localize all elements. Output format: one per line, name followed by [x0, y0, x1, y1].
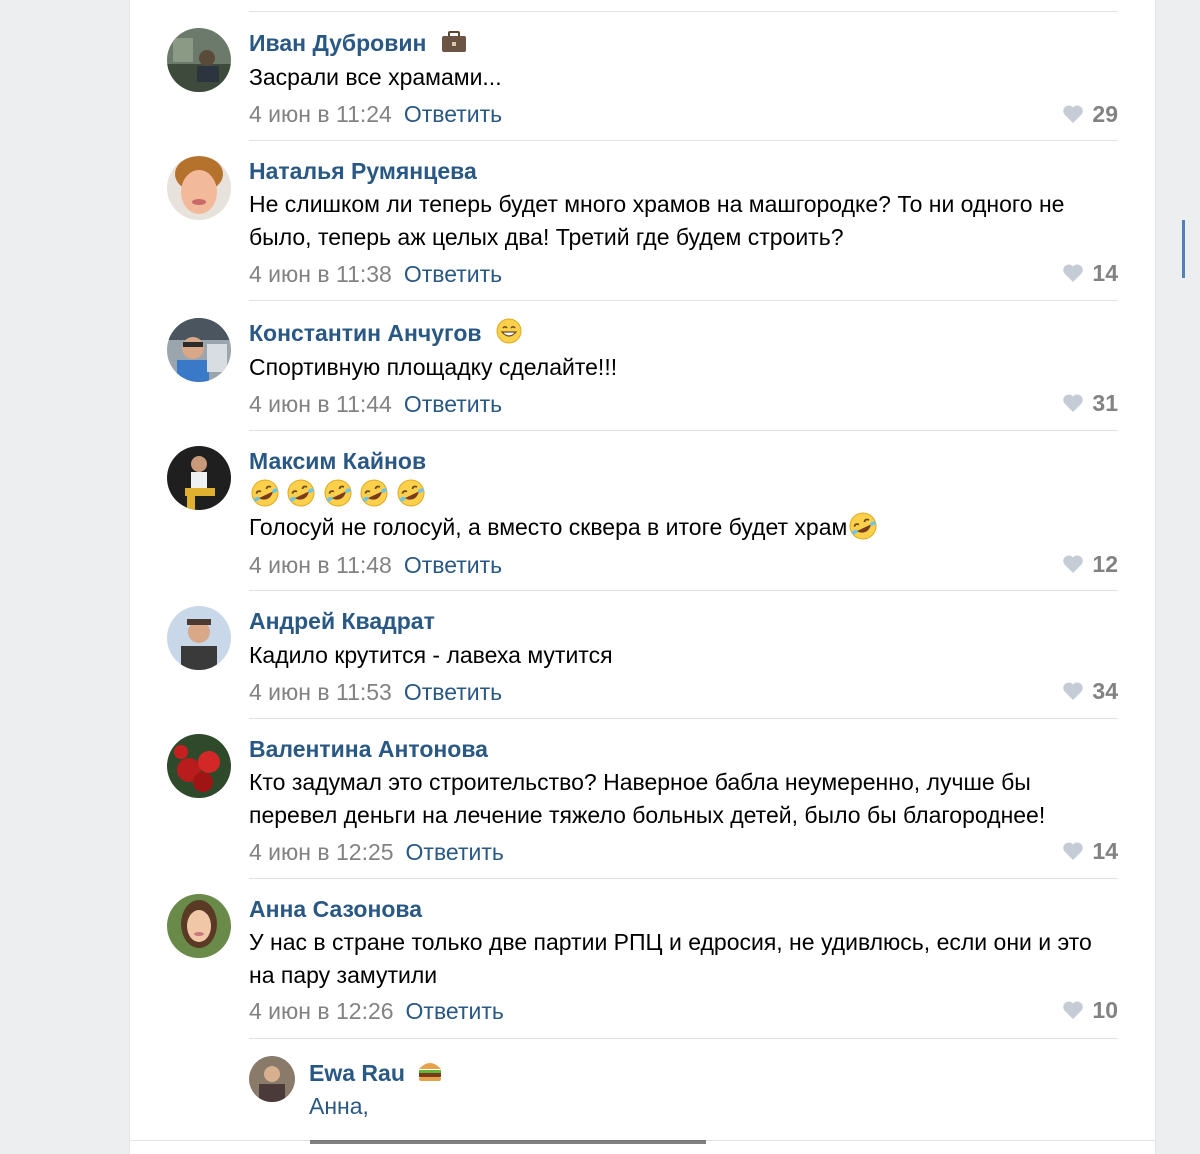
like-count: 31 [1092, 390, 1118, 416]
reply-author[interactable]: Ewa Rau [309, 1058, 443, 1090]
like-count: 14 [1092, 838, 1118, 864]
media-strip [310, 1140, 706, 1144]
heart-icon [1063, 394, 1084, 412]
comment-text: Спортивную площадку сделайте!!! [249, 354, 618, 380]
emoji-line [249, 478, 427, 508]
comment-author[interactable]: Андрей Квадрат [249, 606, 435, 636]
like-button[interactable]: 29 [1062, 99, 1118, 129]
comment-date[interactable]: 4 июн в 11:38 [249, 261, 392, 287]
avatar[interactable] [249, 1056, 295, 1102]
like-button[interactable]: 12 [1062, 549, 1118, 579]
rofl-emoji-icon [397, 479, 425, 507]
comment-date[interactable]: 4 июн в 11:44 [249, 391, 392, 417]
rofl-emoji-icon [849, 512, 877, 540]
comment-author[interactable]: Иван Дубровин [249, 28, 467, 60]
comment-date[interactable]: 4 июн в 11:53 [249, 679, 392, 705]
reply-button[interactable]: Ответить [404, 679, 502, 705]
scroll-indicator[interactable] [1182, 220, 1185, 278]
like-count: 12 [1092, 551, 1118, 577]
comment-text: Не слишком ли теперь будет много храмов … [249, 191, 1065, 250]
separator [249, 1038, 1118, 1039]
reply-button[interactable]: Ответить [404, 552, 502, 578]
comment-meta: 4 июн в 12:26 Ответить [249, 996, 504, 1026]
like-button[interactable]: 10 [1062, 995, 1118, 1025]
heart-icon [1063, 842, 1084, 860]
reply-button[interactable]: Ответить [406, 998, 504, 1024]
like-count: 10 [1092, 997, 1118, 1023]
comment-author[interactable]: Валентина Антонова [249, 734, 488, 764]
rofl-emoji-icon [360, 479, 388, 507]
avatar[interactable] [167, 734, 231, 798]
heart-icon [1063, 264, 1084, 282]
comment-text: Кто задумал это строительство? Наверное … [249, 769, 1046, 828]
like-button[interactable]: 31 [1062, 388, 1118, 418]
reply-button[interactable]: Ответить [406, 839, 504, 865]
comment-meta: 4 июн в 11:24 Ответить [249, 99, 502, 129]
avatar[interactable] [167, 446, 231, 510]
like-button[interactable]: 14 [1062, 836, 1118, 866]
reply-button[interactable]: Ответить [404, 101, 502, 127]
avatar[interactable] [167, 156, 231, 220]
rofl-emoji-icon [324, 479, 352, 507]
heart-icon [1063, 105, 1084, 123]
separator [249, 300, 1118, 301]
reply-button[interactable]: Ответить [404, 391, 502, 417]
comment-date[interactable]: 4 июн в 12:26 [249, 998, 394, 1024]
comment-meta: 4 июн в 11:53 Ответить [249, 677, 502, 707]
like-count: 29 [1092, 101, 1118, 127]
avatar[interactable] [167, 28, 231, 92]
heart-icon [1063, 1001, 1084, 1019]
comment-author[interactable]: Наталья Румянцева [249, 156, 477, 186]
heart-icon [1063, 682, 1084, 700]
heart-icon [1063, 555, 1084, 573]
comment-author[interactable]: Константин Анчугов [249, 318, 522, 351]
like-button[interactable]: 34 [1062, 676, 1118, 706]
comment-meta: 4 июн в 12:25 Ответить [249, 837, 504, 867]
grin-emoji-icon [496, 318, 522, 351]
comment-meta: 4 июн в 11:38 Ответить [249, 259, 502, 289]
like-count: 34 [1092, 678, 1118, 704]
reply-text: Анна, [309, 1093, 369, 1119]
separator [249, 11, 1118, 12]
avatar[interactable] [167, 606, 231, 670]
comments-card: Иван Дубровин Засрали все храмами... 4 и… [130, 0, 1155, 1154]
comment-text: У нас в стране только две партии РПЦ и е… [249, 929, 1092, 988]
comment-text: Засрали все храмами... [249, 64, 502, 90]
briefcase-icon [441, 30, 467, 60]
separator [249, 718, 1118, 719]
comment-text: Кадило крутится - лавеха мутится [249, 642, 613, 668]
burger-emoji-icon [417, 1059, 443, 1090]
like-button[interactable]: 14 [1062, 258, 1118, 288]
comment-meta: 4 июн в 11:44 Ответить [249, 389, 502, 419]
comment-text: Голосуй не голосуй, а вместо сквера в ит… [249, 511, 1119, 544]
separator [249, 140, 1118, 141]
avatar[interactable] [167, 894, 231, 958]
rofl-emoji-icon [251, 479, 279, 507]
comment-author[interactable]: Максим Кайнов [249, 446, 426, 476]
separator [249, 590, 1118, 591]
comment-author[interactable]: Анна Сазонова [249, 894, 422, 924]
reply-button[interactable]: Ответить [404, 261, 502, 287]
comment-date[interactable]: 4 июн в 11:24 [249, 101, 392, 127]
comment-meta: 4 июн в 11:48 Ответить [249, 550, 502, 580]
comment-date[interactable]: 4 июн в 12:25 [249, 839, 394, 865]
like-count: 14 [1092, 260, 1118, 286]
rofl-emoji-icon [287, 479, 315, 507]
separator [249, 878, 1118, 879]
separator [249, 430, 1118, 431]
comment-date[interactable]: 4 июн в 11:48 [249, 552, 392, 578]
avatar[interactable] [167, 318, 231, 382]
